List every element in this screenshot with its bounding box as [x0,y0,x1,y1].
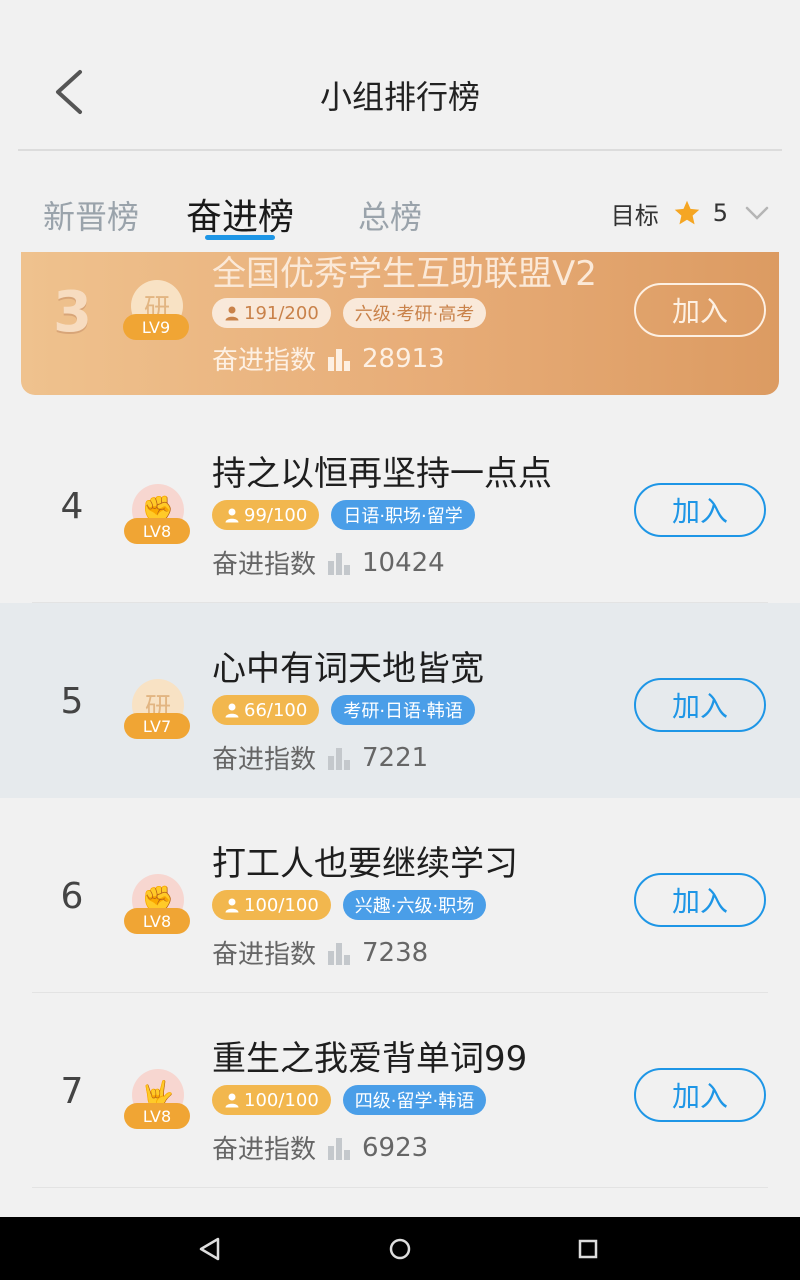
divider [32,1187,768,1188]
group-meta: 66/100 考研·日语·韩语 [212,695,475,725]
group-row[interactable]: 4 ✊ LV8 持之以恒再坚持一点点 99/100 日语·职场·留学 奋进指数 … [0,408,800,603]
goal-value: 5 [712,199,728,227]
score-label: 奋进指数 [212,1135,317,1165]
score-line: 奋进指数 28913 [212,340,445,377]
join-button[interactable]: 加入 [634,678,766,732]
score-line: 奋进指数 10424 [212,544,445,581]
bar-chart-icon [328,552,351,575]
rank-number: 5 [60,681,84,722]
score-value: 10424 [362,547,445,578]
group-row[interactable]: 5 研 LV7 心中有词天地皆宽 66/100 考研·日语·韩语 奋进指数 72… [0,603,800,798]
group-meta: 191/200 六级·考研·高考 [212,298,487,328]
group-name: 心中有词天地皆宽 [212,649,484,689]
group-name: 全国优秀学生互助联盟V2 [212,254,597,294]
level-badge: LV7 [124,713,190,739]
level-badge: LV8 [124,1103,190,1129]
score-label: 奋进指数 [212,940,317,970]
rank-number: 6 [60,876,84,917]
rank-number: 3 [53,280,92,345]
featured-group-card[interactable]: 3 研 LV9 全国优秀学生互助联盟V2 191/200 六级·考研·高考 奋进… [21,252,779,395]
score-value: 7238 [362,937,429,968]
member-count-badge: 191/200 [212,298,331,328]
group-name: 重生之我爱背单词99 [212,1039,528,1079]
avatar: 研 LV9 [123,280,189,340]
member-count: 100/100 [244,894,319,916]
score-line: 奋进指数 6923 [212,1129,428,1166]
avatar: ✊ LV8 [124,484,190,544]
score-line: 奋进指数 7221 [212,739,428,776]
group-row[interactable]: 6 ✊ LV8 打工人也要继续学习 100/100 兴趣·六级·职场 奋进指数 … [0,798,800,993]
tab-overall[interactable]: 总榜 [358,192,422,238]
goal-label: 目标 [610,201,659,230]
join-button[interactable]: 加入 [634,1068,766,1122]
tab-bar: 新晋榜 奋进榜 总榜 目标 5 [0,180,800,250]
avatar: 🤟 LV8 [124,1069,190,1129]
join-button[interactable]: 加入 [634,283,766,337]
header: 小组排行榜 [0,0,800,151]
person-icon [225,306,239,321]
member-count: 191/200 [244,302,319,324]
member-count-badge: 66/100 [212,695,320,725]
tag-badge: 考研·日语·韩语 [331,695,475,725]
level-badge: LV8 [124,908,190,934]
group-meta: 99/100 日语·职场·留学 [212,500,475,530]
page-title: 小组排行榜 [319,78,480,116]
group-meta: 100/100 兴趣·六级·职场 [212,890,487,920]
score-label: 奋进指数 [212,346,317,376]
tab-progress[interactable]: 奋进榜 [186,188,294,240]
nav-home-icon[interactable] [384,1233,416,1265]
person-icon [225,508,239,523]
score-value: 28913 [362,343,445,374]
join-button[interactable]: 加入 [634,873,766,927]
group-name: 持之以恒再坚持一点点 [212,454,552,494]
goal-selector[interactable]: 目标 5 [611,196,770,230]
header-divider [18,149,782,151]
score-value: 6923 [362,1132,429,1163]
score-value: 7221 [362,742,429,773]
level-badge: LV9 [123,314,189,340]
tag-badge: 日语·职场·留学 [331,500,475,530]
chevron-down-icon [745,206,769,220]
tag-badge: 兴趣·六级·职场 [342,890,487,920]
score-label: 奋进指数 [212,745,317,775]
member-count: 99/100 [244,504,308,526]
nav-recents-icon[interactable] [572,1233,604,1265]
rank-number: 7 [60,1071,84,1112]
member-count-badge: 100/100 [212,890,331,920]
tab-new[interactable]: 新晋榜 [43,192,139,238]
avatar: 研 LV7 [124,679,190,739]
group-name: 打工人也要继续学习 [212,844,518,884]
tag-badge: 四级·留学·韩语 [342,1085,487,1115]
member-count: 66/100 [244,699,308,721]
bar-chart-icon [328,942,351,965]
person-icon [225,703,239,718]
person-icon [225,1093,239,1108]
member-count-badge: 99/100 [212,500,320,530]
nav-back-icon[interactable] [194,1233,226,1265]
star-icon [674,200,699,225]
tag-badge: 六级·考研·高考 [342,298,487,328]
bar-chart-icon [328,348,351,371]
system-nav-bar [0,1217,800,1280]
member-count-badge: 100/100 [212,1085,331,1115]
level-badge: LV8 [124,518,190,544]
bar-chart-icon [328,1137,351,1160]
group-meta: 100/100 四级·留学·韩语 [212,1085,487,1115]
person-icon [225,898,239,913]
score-label: 奋进指数 [212,550,317,580]
active-tab-indicator [205,235,275,240]
rank-number: 4 [60,486,84,527]
bar-chart-icon [328,747,351,770]
member-count: 100/100 [244,1089,319,1111]
avatar: ✊ LV8 [124,874,190,934]
group-row[interactable]: 7 🤟 LV8 重生之我爱背单词99 100/100 四级·留学·韩语 奋进指数… [0,993,800,1188]
score-line: 奋进指数 7238 [212,934,428,971]
join-button[interactable]: 加入 [634,483,766,537]
